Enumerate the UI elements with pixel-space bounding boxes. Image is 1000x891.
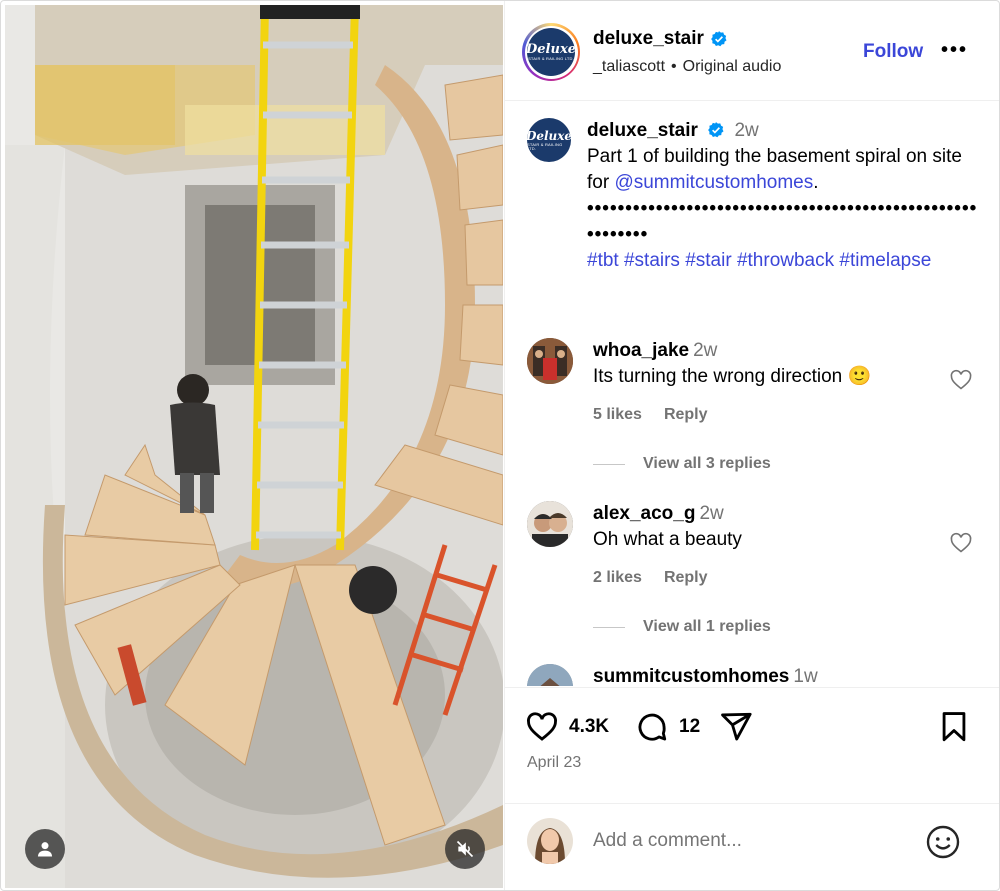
comments-scroll-area[interactable]: Deluxe STAIR & RAILING LTD. deluxe_stair…: [505, 102, 999, 686]
comment-reply-button[interactable]: Reply: [664, 569, 708, 586]
current-user-avatar: [527, 818, 573, 864]
follow-button[interactable]: Follow: [863, 41, 923, 63]
comment-reply-button[interactable]: Reply: [664, 406, 708, 423]
comment-like-heart-icon[interactable]: [949, 531, 973, 555]
audio-user-link[interactable]: _taliascott: [593, 58, 665, 75]
author-avatar-story-ring[interactable]: Deluxe STAIR & RAILING LTD.: [522, 23, 580, 81]
comment-body: summitcustomhomes 1w: [593, 664, 953, 686]
comment-icon[interactable]: [635, 710, 669, 744]
comment-meta: 2 likes Reply: [593, 569, 730, 587]
share-action: [719, 710, 753, 744]
caption-username[interactable]: deluxe_stair: [587, 120, 698, 141]
commenter-avatar[interactable]: [527, 338, 573, 384]
comment-likes[interactable]: 5 likes: [593, 406, 642, 423]
comment-username[interactable]: alex_aco_g: [593, 503, 695, 524]
post-side-panel: Deluxe STAIR & RAILING LTD. deluxe_stair…: [504, 1, 999, 890]
mute-icon: [456, 840, 474, 858]
post-caption: deluxe_stair 2w Part 1 of building the b…: [587, 118, 982, 274]
like-action: 4.3K: [525, 710, 609, 744]
view-replies-button[interactable]: View all 3 replies: [593, 455, 771, 473]
comment-username[interactable]: whoa_jake: [593, 340, 689, 361]
deluxe-logo-avatar: Deluxe STAIR & RAILING LTD.: [527, 28, 575, 76]
user-tag-icon: [37, 842, 53, 857]
user-tag-button[interactable]: [25, 829, 65, 869]
view-replies-button[interactable]: View all 1 replies: [593, 618, 771, 636]
commenter-avatar[interactable]: [527, 501, 573, 547]
comment-like-heart-icon[interactable]: [949, 368, 973, 392]
comment-time[interactable]: 2w: [699, 503, 723, 524]
mute-button[interactable]: [445, 829, 485, 869]
author-username[interactable]: deluxe_stair: [593, 28, 728, 50]
post-header: Deluxe STAIR & RAILING LTD. deluxe_stair…: [505, 1, 999, 101]
spiral-staircase-video-frame: [5, 5, 503, 888]
verified-badge-icon: [711, 31, 727, 47]
comment-text: Its turning the wrong direction 🙂: [593, 366, 872, 387]
deluxe-logo-avatar-small: Deluxe STAIR & RAILING LTD.: [527, 118, 571, 162]
comment-meta: 5 likes Reply: [593, 406, 730, 424]
comment-action: 12: [635, 710, 700, 744]
more-options-button[interactable]: •••: [941, 39, 968, 62]
add-comment-bar: [505, 803, 999, 890]
original-audio-link[interactable]: Original audio: [683, 58, 782, 75]
caption-dots: ••••••••••••••••••••••••••••••••••••••••…: [587, 198, 978, 245]
comment-count: 12: [679, 716, 701, 737]
caption-text-end: .: [813, 172, 819, 193]
caption-hashtags[interactable]: #tbt #stairs #stair #throwback #timelaps…: [587, 248, 982, 274]
like-count[interactable]: 4.3K: [569, 716, 609, 738]
save-action: [937, 710, 971, 744]
add-comment-input[interactable]: [593, 830, 893, 852]
post-video[interactable]: [5, 5, 503, 888]
comment-likes[interactable]: 2 likes: [593, 569, 642, 586]
comment-time[interactable]: 2w: [693, 340, 717, 361]
heart-icon[interactable]: [525, 710, 559, 744]
bookmark-icon[interactable]: [937, 710, 971, 744]
comment-body: whoa_jake 2w Its turning the wrong direct…: [593, 338, 953, 390]
post-actions-bar: 4.3K 12 April 23: [505, 687, 999, 803]
commenter-avatar[interactable]: [527, 664, 573, 686]
comment-username[interactable]: summitcustomhomes: [593, 666, 789, 686]
post-date[interactable]: April 23: [527, 754, 581, 772]
comment-body: alex_aco_g 2w Oh what a beauty: [593, 501, 953, 553]
caption-time[interactable]: 2w: [734, 120, 758, 141]
audio-attribution: _taliascott • Original audio: [593, 58, 782, 75]
emoji-icon[interactable]: [925, 824, 961, 860]
comment-text: Oh what a beauty: [593, 529, 742, 550]
share-icon[interactable]: [719, 710, 753, 744]
caption-author-avatar[interactable]: Deluxe STAIR & RAILING LTD.: [527, 118, 571, 162]
post-dialog: Deluxe STAIR & RAILING LTD. deluxe_stair…: [0, 0, 1000, 891]
comment-time[interactable]: 1w: [793, 666, 817, 686]
verified-badge-icon: [708, 122, 724, 138]
mention-link[interactable]: @summitcustomhomes: [614, 172, 813, 193]
